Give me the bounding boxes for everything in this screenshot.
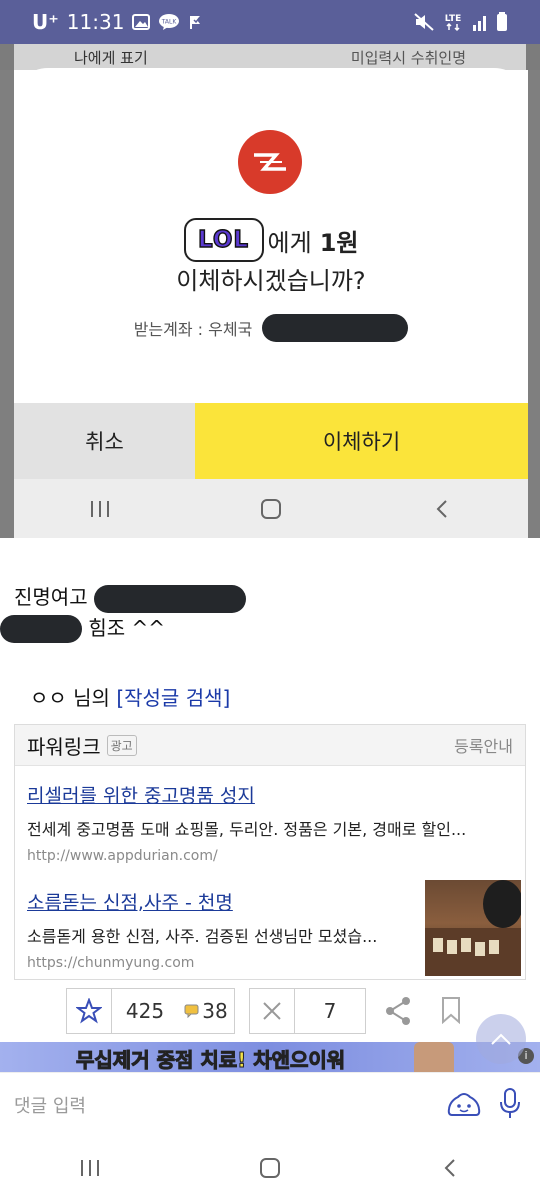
- svg-text:LTE: LTE: [445, 14, 462, 24]
- gallery-icon: [132, 14, 151, 30]
- ad-url: http://www.appdurian.com/: [27, 848, 218, 864]
- redacted-account-number: [262, 314, 409, 342]
- check-flag-icon: [188, 14, 204, 30]
- ad-description: 전세계 중고명품 도매 쇼핑몰, 두리안. 정품은 기본, 경매로 할인...: [27, 820, 467, 839]
- background-row-right: 미입력시 수취인명: [350, 48, 466, 67]
- signal-icon: [472, 13, 488, 31]
- back-icon[interactable]: [412, 489, 472, 529]
- redacted-text-2: [0, 615, 82, 643]
- ad-description: 소름돋게 용한 신점, 사주. 검증된 선생님만 모셨습...: [27, 927, 378, 946]
- banner-text: 무십제거 중점 치료! 차앤으이워: [75, 1048, 346, 1073]
- author-posts-search-link[interactable]: [작성글 검색]: [116, 686, 230, 710]
- confirm-transfer-button[interactable]: 이체하기: [195, 403, 528, 479]
- dislike-button[interactable]: [250, 989, 294, 1033]
- dim-overlay-left: [0, 70, 14, 538]
- microphone-icon[interactable]: [498, 1087, 522, 1125]
- ad-item[interactable]: 소름돋는 신점,사주 - 천명 소름돋게 용한 신점, 사주. 검증된 선생님만…: [27, 888, 377, 971]
- svg-text:TALK: TALK: [161, 19, 178, 26]
- transfer-question-line1: LOL 에게 1원: [14, 218, 528, 262]
- ad-url: https://chunmyung.com: [27, 955, 195, 971]
- transfer-dialog: LOL 에게 1원 이체하시겠습니까? 받는계좌 : 우체국 취소 이체하기: [14, 68, 528, 538]
- home-icon[interactable]: [240, 1148, 300, 1188]
- battery-icon: [496, 12, 508, 32]
- comment-count: 38: [202, 999, 228, 1023]
- author-name: ㅇㅇ 님의: [30, 686, 110, 710]
- ad-banner[interactable]: 무십제거 중점 치료! 차앤으이워 i: [0, 1042, 540, 1072]
- recent-apps-icon[interactable]: [60, 1148, 120, 1188]
- ad-title[interactable]: 소름돋는 신점,사주 - 천명: [27, 888, 377, 915]
- transfer-amount: 1원: [319, 228, 359, 257]
- account-label: 받는계좌 : 우체국: [133, 320, 253, 339]
- status-bar: U⁺ 11:31 TALK LTE: [0, 0, 540, 44]
- post-body: 진명여고 힘조 ^^: [0, 582, 246, 643]
- ad-register-link[interactable]: 등록안내: [454, 733, 513, 757]
- share-icon[interactable]: [384, 996, 412, 1030]
- app-logo-icon: [238, 130, 302, 194]
- powerlink-header: 파워링크 광고 등록안내: [15, 725, 525, 766]
- ad-item[interactable]: 리셀러를 위한 중고명품 성지 전세계 중고명품 도매 쇼핑몰, 두리안. 정품…: [27, 781, 466, 864]
- system-nav-bar: [0, 1136, 540, 1200]
- comment-bar: 댓글 입력: [0, 1072, 540, 1137]
- recommend-group: 425 38: [66, 988, 235, 1034]
- mute-icon: [414, 13, 434, 31]
- back-icon[interactable]: [420, 1148, 480, 1188]
- post-line-1: 진명여고: [14, 582, 246, 613]
- background-row: 나에게 표기 미입력시 수취인명: [14, 44, 526, 70]
- background-row-left: 나에게 표기: [74, 48, 148, 67]
- lte-icon: LTE: [442, 12, 464, 32]
- dislike-group: 7: [249, 988, 366, 1034]
- scroll-to-top-button[interactable]: [476, 1014, 526, 1064]
- ad-thumbnail[interactable]: [425, 880, 523, 976]
- dialog-buttons: 취소 이체하기: [14, 403, 528, 479]
- recommend-button[interactable]: [67, 989, 111, 1033]
- ad-title[interactable]: 리셀러를 위한 중고명품 성지: [27, 781, 466, 808]
- carrier-label: U⁺: [32, 10, 59, 34]
- recipient-name-sticker: LOL: [183, 218, 264, 262]
- recommend-count: 425: [125, 999, 165, 1023]
- post-action-bar: 425 38 7: [66, 988, 366, 1034]
- talk-icon: TALK: [158, 13, 180, 31]
- powerlink-ad-box: 파워링크 광고 등록안내 리셀러를 위한 중고명품 성지 전세계 중고명품 도매…: [14, 724, 526, 980]
- dislike-count: 7: [323, 999, 337, 1023]
- banner-person-image: [414, 1042, 454, 1072]
- powerlink-title: 파워링크: [27, 734, 101, 759]
- transfer-question-line2: 이체하시겠습니까?: [176, 267, 366, 295]
- author-line: ㅇㅇ 님의 [작성글 검색]: [30, 682, 230, 711]
- recent-apps-icon[interactable]: [70, 489, 130, 529]
- emoticon-icon[interactable]: [446, 1087, 482, 1125]
- recipient-suffix: 에게: [267, 228, 312, 257]
- cancel-button[interactable]: 취소: [14, 403, 195, 479]
- bookmark-icon[interactable]: [440, 996, 462, 1028]
- comment-icon: [184, 1004, 199, 1018]
- dialog-nav-bar: [14, 479, 528, 538]
- redacted-text-1: [93, 584, 246, 613]
- home-icon[interactable]: [241, 489, 301, 529]
- clock: 11:31: [66, 10, 125, 34]
- dim-overlay-right: [528, 70, 540, 538]
- account-info: 받는계좌 : 우체국: [14, 312, 528, 344]
- post-line-2: 힘조 ^^: [0, 613, 246, 643]
- comment-count-link[interactable]: 38: [178, 989, 234, 1033]
- ad-tag: 광고: [106, 734, 137, 756]
- comment-input[interactable]: 댓글 입력: [14, 1092, 86, 1118]
